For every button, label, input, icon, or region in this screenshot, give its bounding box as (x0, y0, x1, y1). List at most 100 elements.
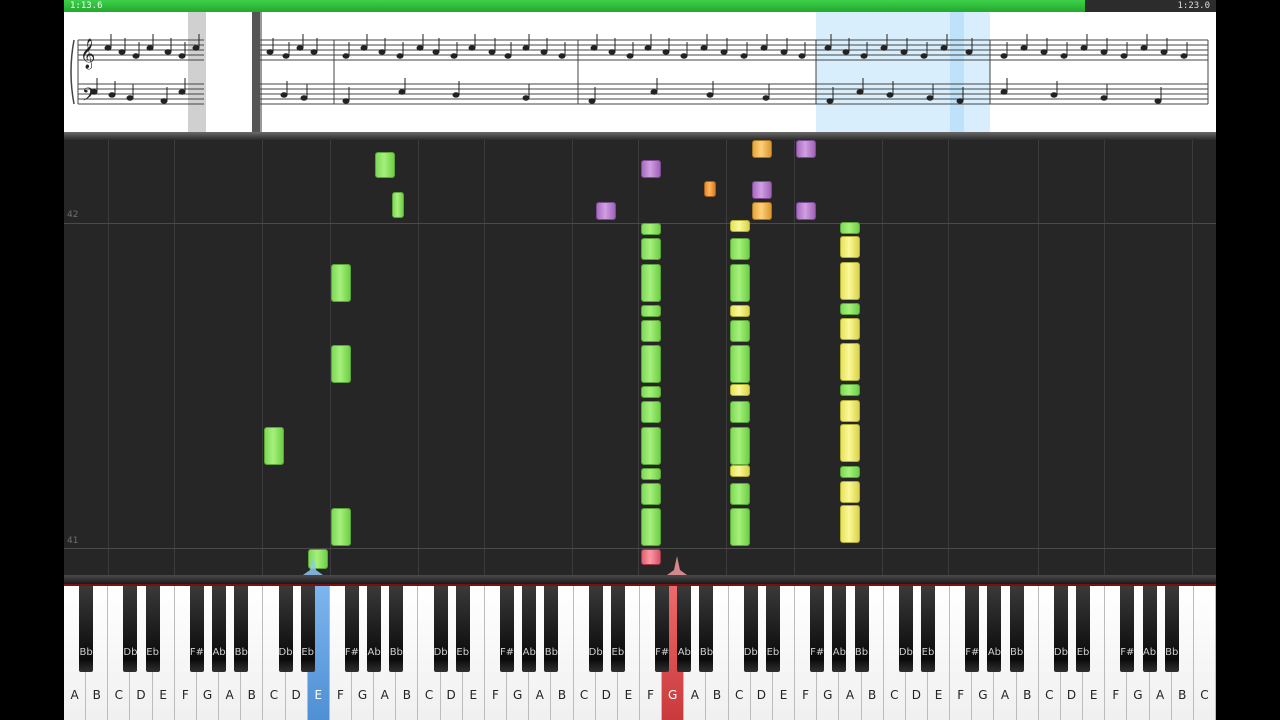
black-key[interactable]: Bb (389, 586, 404, 672)
black-key[interactable]: Bb (1009, 586, 1024, 672)
key-label: B (557, 688, 567, 702)
score-note (706, 92, 714, 98)
score-note (720, 49, 728, 55)
falling-notes-field: 42 41 (64, 140, 1216, 580)
score-note (842, 49, 850, 55)
score-note (680, 53, 688, 59)
black-key[interactable]: F# (500, 586, 514, 672)
black-key[interactable]: Bb (1164, 586, 1179, 672)
key-label: G (202, 688, 213, 702)
score-note (1000, 53, 1008, 59)
key-label: Eb (1076, 647, 1090, 658)
key-label: Bb (79, 647, 93, 658)
black-key[interactable]: Bb (854, 586, 869, 672)
black-key[interactable]: Eb (921, 586, 935, 672)
score-note (1060, 53, 1068, 59)
black-key[interactable]: Ab (677, 586, 692, 672)
black-key[interactable]: Ab (1142, 586, 1157, 672)
black-key[interactable]: Bb (544, 586, 559, 672)
black-key[interactable]: F# (965, 586, 979, 672)
black-key[interactable]: Ab (212, 586, 227, 672)
black-key[interactable]: Bb (234, 586, 249, 672)
key-label: A (690, 688, 699, 702)
black-key[interactable]: Eb (300, 586, 315, 672)
key-label: Eb (611, 647, 625, 658)
falling-note (796, 140, 816, 158)
black-key[interactable]: Bb (699, 586, 714, 672)
falling-note (596, 202, 616, 220)
key-label: A (845, 688, 855, 702)
key-label: D (136, 688, 146, 702)
score-note (504, 53, 512, 59)
black-key[interactable]: Db (123, 586, 137, 672)
grid-line (948, 140, 949, 580)
black-key[interactable]: Db (1054, 586, 1068, 672)
black-key[interactable]: F# (655, 586, 669, 672)
black-key[interactable]: Db (279, 586, 293, 672)
falling-note (641, 305, 661, 317)
black-key[interactable]: Eb (1076, 586, 1091, 672)
score-note (178, 89, 186, 95)
black-key[interactable]: Db (899, 586, 913, 672)
key-label: C (890, 688, 899, 702)
falling-note (730, 345, 750, 383)
black-key[interactable]: Ab (522, 586, 537, 672)
key-label: B (1023, 688, 1032, 702)
score-note (342, 98, 350, 104)
falling-note (641, 223, 661, 235)
key-label: E (469, 688, 478, 702)
falling-note (730, 384, 750, 396)
key-label: D (601, 688, 611, 702)
white-key[interactable]: C (1193, 586, 1216, 720)
score-note (1080, 45, 1088, 51)
key-label: D (291, 688, 301, 702)
black-key[interactable]: Ab (987, 586, 1002, 672)
black-key[interactable]: Eb (610, 586, 625, 672)
falling-note (375, 152, 395, 178)
falling-note (730, 508, 750, 546)
piano-keyboard[interactable]: ABCDEFGABCDEFGABCDEFGABCDEFGABCDEFGABCDE… (64, 586, 1216, 720)
score-note (590, 45, 598, 51)
measure-line (64, 223, 1216, 224)
key-label: F (647, 688, 655, 702)
key-label: G (823, 688, 833, 702)
falling-note (840, 303, 860, 315)
black-key[interactable]: Ab (832, 586, 847, 672)
black-key[interactable]: F# (190, 586, 204, 672)
key-label: Bb (234, 647, 248, 658)
score-note (926, 95, 934, 101)
black-key[interactable]: Eb (765, 586, 780, 672)
score-note (1160, 49, 1168, 55)
black-key[interactable]: F# (810, 586, 824, 672)
black-key[interactable]: F# (345, 586, 359, 672)
key-label: B (1178, 688, 1187, 702)
black-key[interactable]: Db (589, 586, 603, 672)
total-time: 1:23.0 (1177, 1, 1210, 11)
sheet-music: 𝄞 𝄢 (64, 12, 1216, 132)
black-key[interactable]: Db (434, 586, 448, 672)
black-key[interactable]: F# (1120, 586, 1134, 672)
black-key[interactable]: Bb (79, 586, 94, 672)
falling-note (641, 320, 661, 342)
black-key[interactable]: Eb (455, 586, 470, 672)
black-key[interactable]: Eb (145, 586, 160, 672)
falling-note (641, 549, 661, 565)
score-note (468, 45, 476, 51)
key-label: D (446, 688, 456, 702)
key-label: E (624, 688, 633, 702)
black-key[interactable]: Ab (367, 586, 382, 672)
falling-note (730, 305, 750, 317)
score-note (920, 53, 928, 59)
falling-note (840, 466, 860, 478)
progress-bar[interactable]: 1:13.6 1:23.0 (64, 0, 1216, 12)
score-note (396, 53, 404, 59)
key-label: C (114, 688, 124, 702)
grid-line (1104, 140, 1105, 580)
score-note (650, 89, 658, 95)
black-key[interactable]: Db (744, 586, 758, 672)
score-note (296, 45, 304, 51)
score-note (280, 92, 288, 98)
falling-note (331, 264, 351, 302)
falling-note (840, 384, 860, 396)
key-label: A (1155, 688, 1165, 702)
